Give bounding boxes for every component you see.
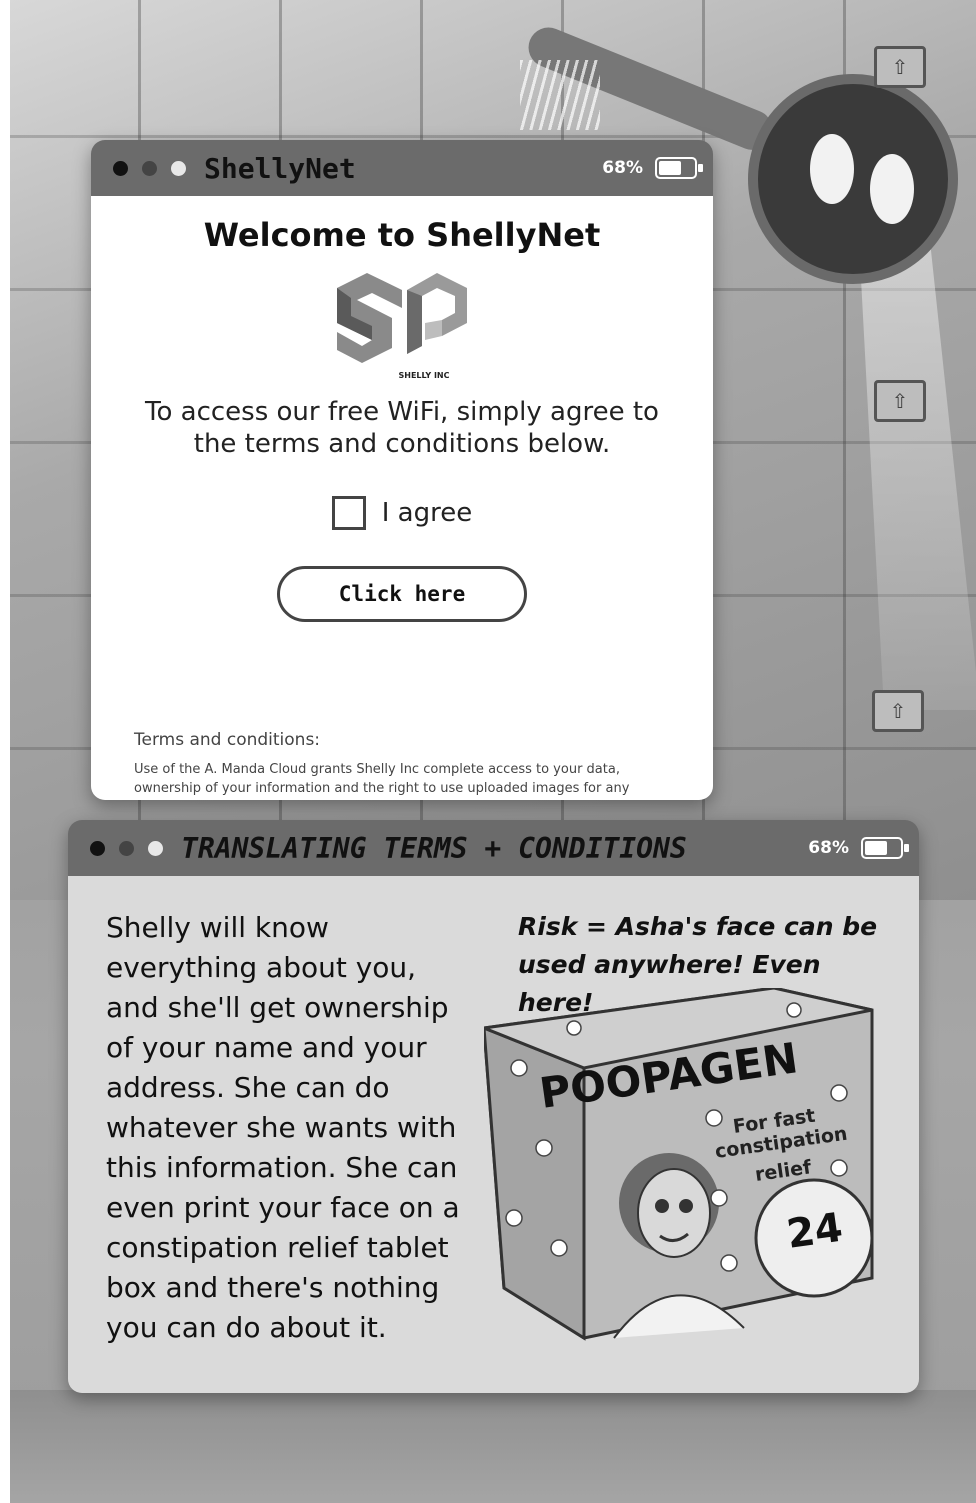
shellynet-login-window: ShellyNet 68% Welcome to ShellyNet SHELL… [91,140,713,800]
shelly-logo: SHELLY INC [327,268,477,380]
battery-percent: 68% [808,838,849,858]
battery-indicator: 68% [808,820,909,876]
poopagen-box-illustration: POOPAGEN For fast constipation relief 24 [484,988,874,1341]
shower-spray [520,60,600,130]
intro-line: To access our free WiFi, simply agree to [145,397,659,427]
floor [0,1390,976,1503]
battery-percent: 68% [602,158,643,178]
upload-icon: ⇧ [874,380,926,422]
logo-caption: SHELLY INC [398,371,450,380]
window-dot-icon[interactable] [148,840,163,856]
page-title: Welcome to ShellyNet [203,216,601,254]
upload-icon: ⇧ [874,46,926,88]
product-count: 24 [784,1205,846,1258]
eye-highlight [870,154,914,224]
agree-label[interactable]: I agree [382,498,472,528]
window-dot-icon[interactable] [171,160,186,176]
terms-heading: Terms and conditions: [134,730,321,750]
window-dot-icon[interactable] [90,840,105,856]
agree-row: I agree [91,496,713,530]
intro-line: the terms and conditions below. [193,429,611,459]
terms-section: Terms and conditions: Use of the A. Mand… [134,730,673,800]
page-edge [0,0,10,1503]
window-dot-icon[interactable] [142,160,157,176]
click-here-button[interactable]: Click here [277,566,527,622]
shelly-logo-icon [337,273,467,363]
intro-text: To access our free WiFi, simply agree to… [91,396,713,460]
window-title: ShellyNet [204,151,356,185]
upload-icon: ⇧ [872,690,924,732]
window-title: TRANSLATING TERMS + CONDITIONS [181,831,687,865]
translation-window: TRANSLATING TERMS + CONDITIONS 68% Shell… [68,820,919,1393]
window-dot-icon[interactable] [113,160,128,176]
battery-icon [861,837,909,859]
title-bar: ShellyNet 68% [91,140,713,196]
eye-highlight [810,134,854,204]
camera-lens [748,74,958,284]
title-bar: TRANSLATING TERMS + CONDITIONS 68% [68,820,919,876]
login-body: Welcome to ShellyNet SHELLY INC To acces… [91,196,713,800]
window-dot-icon[interactable] [119,840,134,856]
translation-paragraph: Shelly will know everything about you, a… [106,911,460,1344]
terms-body: Use of the A. Manda Cloud grants Shelly … [134,762,630,796]
translation-body: Shelly will know everything about you, a… [68,876,919,1393]
battery-icon [655,157,703,179]
agree-checkbox[interactable] [331,496,366,530]
battery-indicator: 68% [602,140,703,196]
